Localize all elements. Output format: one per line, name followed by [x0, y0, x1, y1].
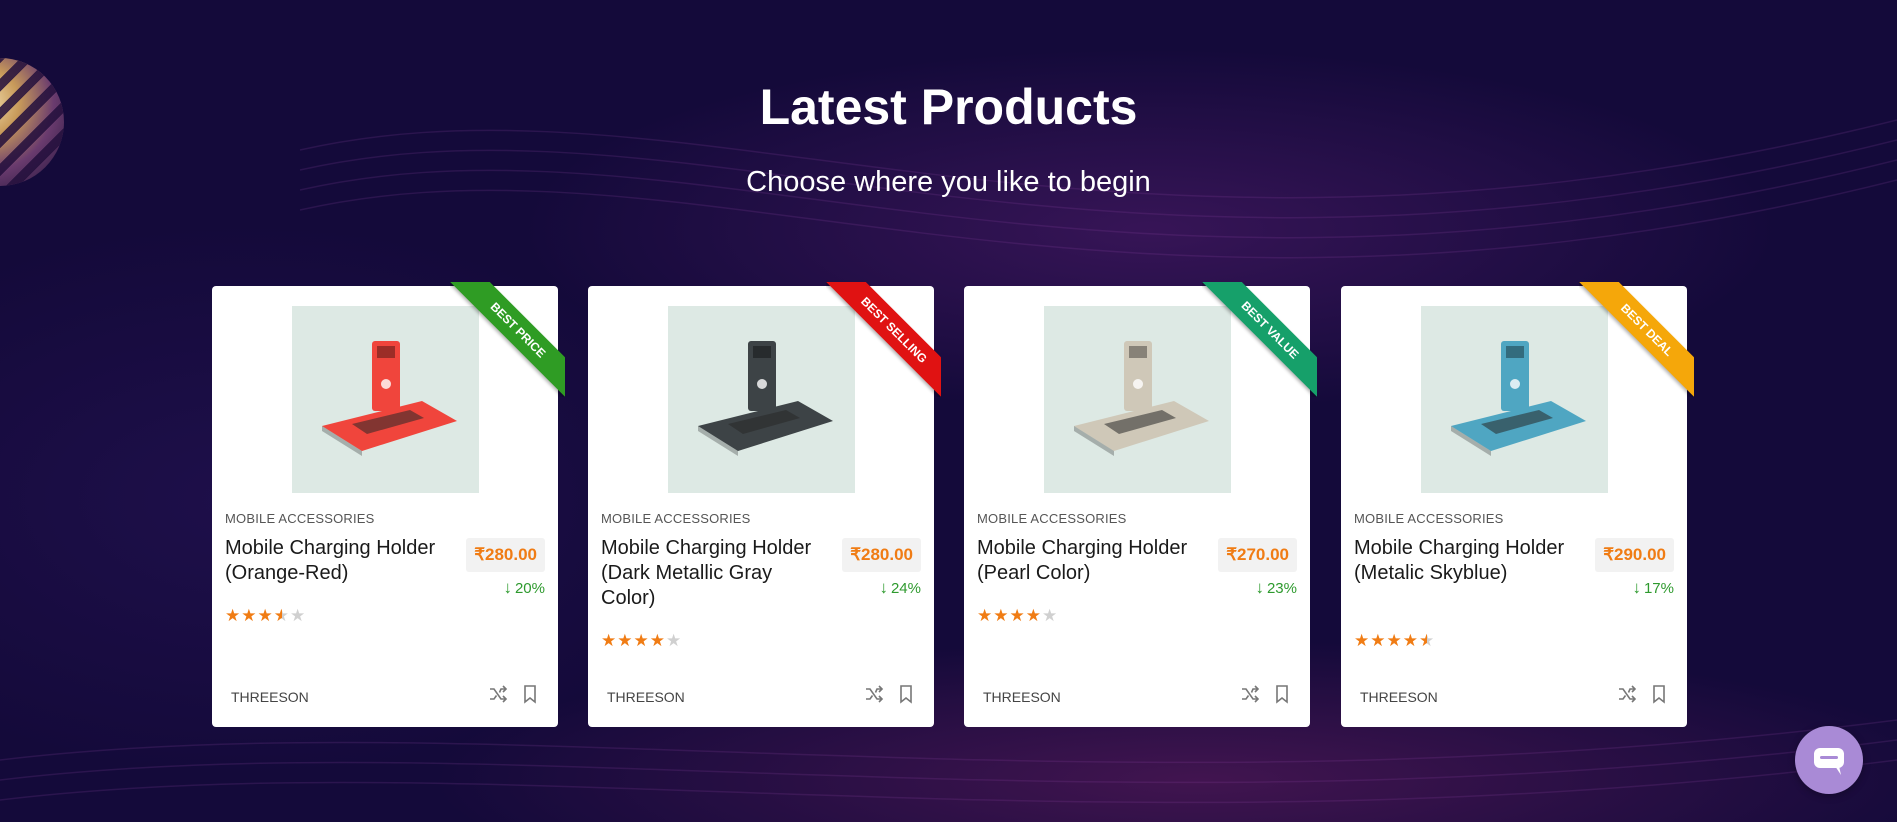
star-rating: ★★★★★: [225, 606, 306, 626]
badge-ribbon: BEST VALUE: [1202, 282, 1317, 397]
section-subtitle: Choose where you like to begin: [746, 166, 1151, 198]
shuffle-icon[interactable]: [1240, 684, 1260, 704]
product-category[interactable]: MOBILE ACCESSORIES: [977, 511, 1127, 526]
star-full-icon: ★: [241, 606, 258, 625]
product-card[interactable]: BEST VALUE MOBILE ACCESSORIES Mobile Cha…: [964, 282, 1317, 727]
product-brand[interactable]: THREESON: [607, 689, 685, 705]
star-full-icon: ★: [977, 606, 994, 625]
star-full-icon: ★: [1009, 606, 1026, 625]
star-full-icon: ★: [1354, 631, 1371, 650]
discount-badge: ↓ 20%: [503, 578, 545, 598]
star-full-icon: ★: [649, 631, 666, 650]
badge-ribbon: BEST SELLING: [826, 282, 941, 397]
star-full-icon: ★: [633, 631, 650, 650]
product-card[interactable]: BEST SELLING MOBILE ACCESSORIES Mobile C…: [588, 282, 941, 727]
star-half-icon: ★: [1419, 631, 1436, 650]
star-empty-icon: ★: [1042, 606, 1059, 625]
badge-label: BEST VALUE: [1202, 282, 1317, 397]
badge-label: BEST SELLING: [826, 282, 941, 397]
shuffle-icon[interactable]: [488, 684, 508, 704]
product-category[interactable]: MOBILE ACCESSORIES: [1354, 511, 1504, 526]
star-half-icon: ★: [273, 606, 290, 625]
star-rating: ★★★★★: [601, 631, 682, 651]
product-price: ₹290.00: [1595, 538, 1674, 572]
arrow-down-icon: ↓: [1632, 578, 1641, 597]
star-rating: ★★★★★: [977, 606, 1058, 626]
product-title[interactable]: Mobile Charging Holder (Metalic Skyblue): [1354, 536, 1574, 586]
star-full-icon: ★: [601, 631, 618, 650]
shuffle-icon[interactable]: [1617, 684, 1637, 704]
badge-ribbon: BEST DEAL: [1579, 282, 1694, 397]
badge-label: BEST DEAL: [1579, 282, 1694, 397]
shuffle-icon[interactable]: [864, 684, 884, 704]
discount-badge: ↓ 17%: [1632, 578, 1674, 598]
star-full-icon: ★: [1402, 631, 1419, 650]
star-full-icon: ★: [993, 606, 1010, 625]
arrow-down-icon: ↓: [879, 578, 888, 597]
chat-bubble-icon: [1814, 748, 1844, 775]
star-full-icon: ★: [225, 606, 242, 625]
badge-ribbon: BEST PRICE: [450, 282, 565, 397]
product-price: ₹270.00: [1218, 538, 1297, 572]
bookmark-icon[interactable]: [520, 684, 540, 704]
bookmark-icon[interactable]: [896, 684, 916, 704]
star-empty-icon: ★: [290, 606, 307, 625]
chat-button[interactable]: [1795, 726, 1863, 794]
discount-badge: ↓ 24%: [879, 578, 921, 598]
discount-value: 24%: [890, 580, 921, 597]
star-rating: ★★★★★: [1354, 631, 1435, 651]
star-full-icon: ★: [617, 631, 634, 650]
product-category[interactable]: MOBILE ACCESSORIES: [225, 511, 375, 526]
product-category[interactable]: MOBILE ACCESSORIES: [601, 511, 751, 526]
discount-value: 20%: [514, 580, 545, 597]
discount-value: 17%: [1643, 580, 1674, 597]
product-brand[interactable]: THREESON: [231, 689, 309, 705]
product-price: ₹280.00: [842, 538, 921, 572]
product-title[interactable]: Mobile Charging Holder (Orange-Red): [225, 536, 445, 586]
star-full-icon: ★: [1370, 631, 1387, 650]
badge-label: BEST PRICE: [450, 282, 565, 397]
section-title: Latest Products: [759, 79, 1138, 135]
star-empty-icon: ★: [666, 631, 683, 650]
product-card[interactable]: BEST PRICE MOBILE ACCESSORIES Mobile Cha…: [212, 282, 565, 727]
arrow-down-icon: ↓: [1255, 578, 1264, 597]
product-title[interactable]: Mobile Charging Holder (Pearl Color): [977, 536, 1197, 586]
product-title[interactable]: Mobile Charging Holder (Dark Metallic Gr…: [601, 536, 821, 611]
discount-badge: ↓ 23%: [1255, 578, 1297, 598]
arrow-down-icon: ↓: [503, 578, 512, 597]
product-brand[interactable]: THREESON: [1360, 689, 1438, 705]
product-price: ₹280.00: [466, 538, 545, 572]
product-brand[interactable]: THREESON: [983, 689, 1061, 705]
discount-value: 23%: [1266, 580, 1297, 597]
star-full-icon: ★: [1386, 631, 1403, 650]
star-full-icon: ★: [1025, 606, 1042, 625]
star-full-icon: ★: [257, 606, 274, 625]
bookmark-icon[interactable]: [1649, 684, 1669, 704]
bookmark-icon[interactable]: [1272, 684, 1292, 704]
product-card[interactable]: BEST DEAL MOBILE ACCESSORIES Mobile Char…: [1341, 282, 1694, 727]
